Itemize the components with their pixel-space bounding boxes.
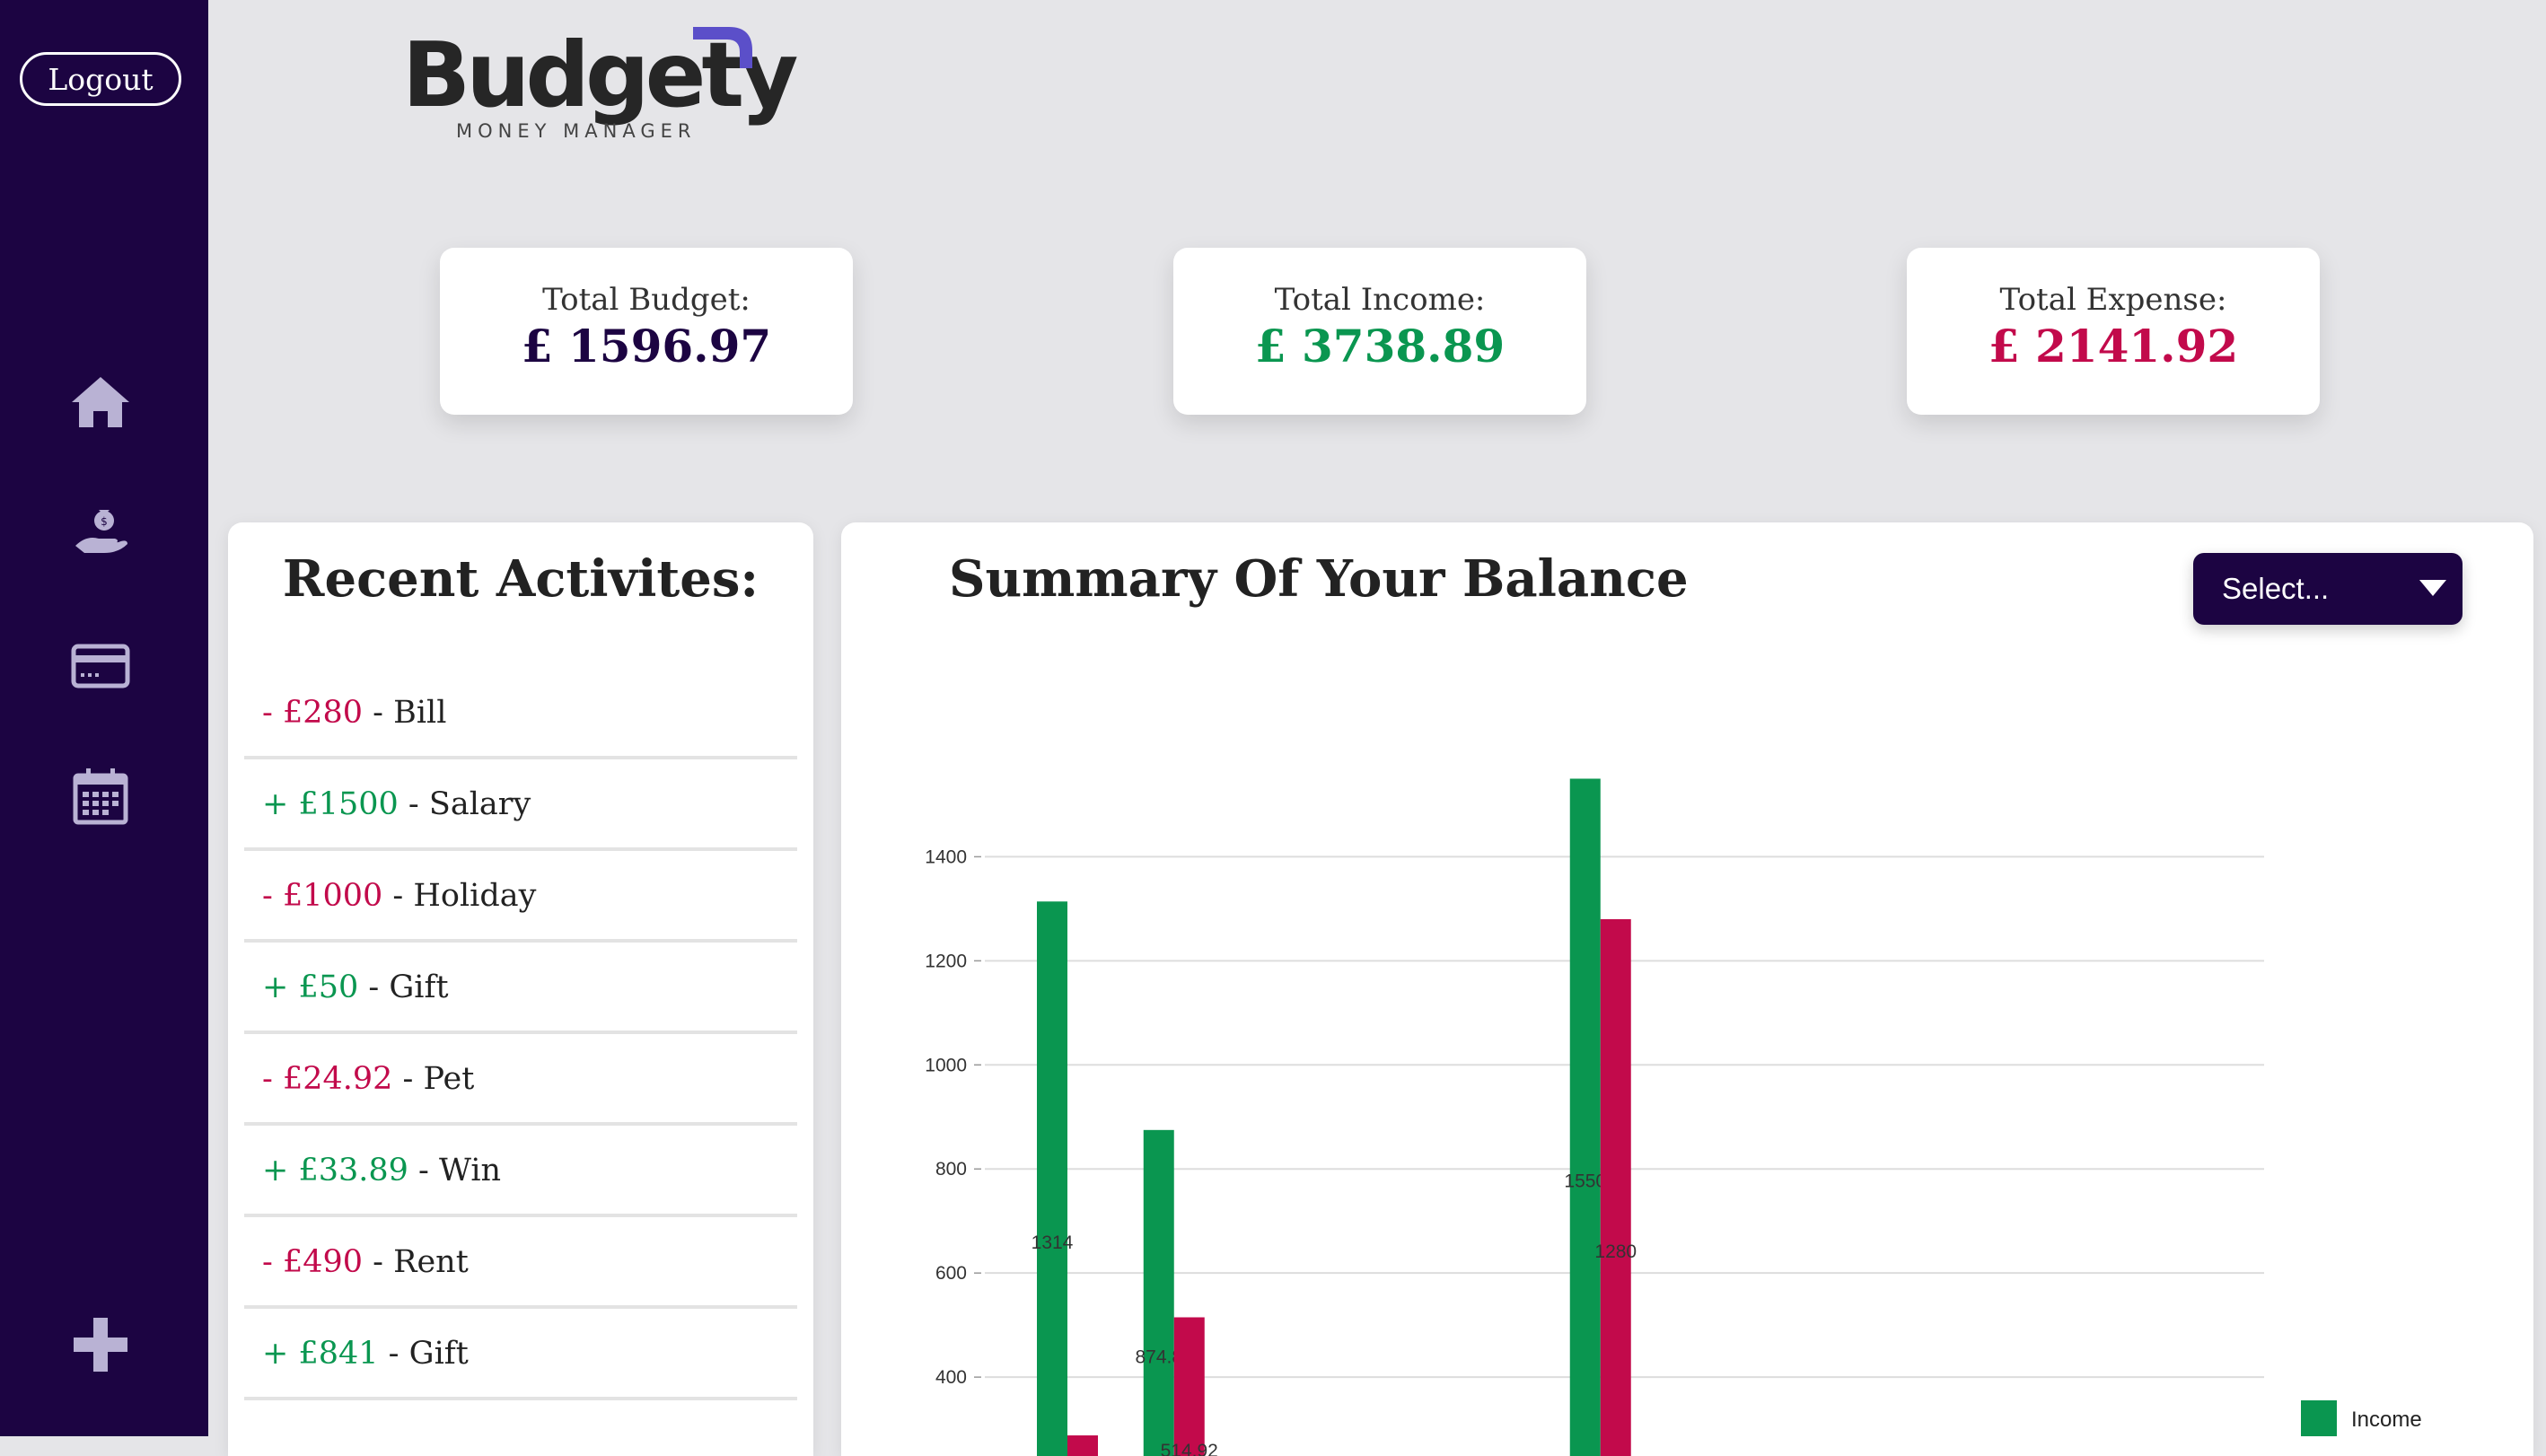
bar-data-label: 1314: [1032, 1232, 1074, 1253]
activity-item: - £24.92 - Pet: [244, 1034, 797, 1126]
activity-item: + £841 - Gift: [244, 1309, 797, 1400]
balance-bar-chart: 2004006008001000120014001314288874.8514.…: [925, 778, 2264, 1456]
activity-amount: + £841: [262, 1336, 379, 1372]
activity-amount: + £1500: [262, 786, 399, 822]
y-tick-label: 400: [935, 1367, 967, 1388]
calendar-icon[interactable]: [68, 765, 133, 829]
legend-label-income: Income: [2351, 1408, 2422, 1432]
activity-item: - £280 - Bill: [244, 668, 797, 759]
activity-item: + £50 - Gift: [244, 943, 797, 1034]
activity-separator: -: [392, 1061, 424, 1097]
activity-separator: -: [363, 695, 394, 731]
logout-button[interactable]: Logout: [20, 52, 181, 106]
total-income-card: Total Income: £ 3738.89: [1173, 248, 1586, 415]
activity-amount: - £280: [262, 695, 364, 731]
chart-bar: [1067, 1435, 1098, 1456]
total-expense-card: Total Expense: £ 2141.92: [1907, 248, 2320, 415]
total-income-value: £ 3738.89: [1254, 320, 1506, 373]
activity-separator: -: [398, 786, 429, 822]
activity-item: - £490 - Rent: [244, 1217, 797, 1309]
activity-item: - £1000 - Holiday: [244, 851, 797, 943]
activity-list: - £280 - Bill + £1500 - Salary - £1000 - H…: [244, 668, 797, 1400]
y-tick-label: 600: [935, 1263, 967, 1284]
activity-amount: + £33.89: [262, 1153, 408, 1188]
recent-activities-title: Recent Activites:: [282, 549, 759, 609]
total-expense-label: Total Expense:: [1999, 282, 2227, 318]
total-budget-card: Total Budget: £ 1596.97: [440, 248, 853, 415]
activity-amount: - £24.92: [262, 1061, 393, 1097]
chart-bar: [1600, 918, 1631, 1456]
credit-card-icon[interactable]: [68, 634, 133, 698]
total-budget-value: £ 1596.97: [521, 320, 772, 373]
bar-data-label: 1280: [1594, 1241, 1637, 1262]
activity-separator: -: [408, 1153, 439, 1188]
activity-amount: + £50: [262, 969, 359, 1005]
y-tick-label: 1200: [925, 951, 967, 971]
activity-label: Gift: [408, 1336, 469, 1372]
svg-text:$: $: [101, 515, 108, 528]
activity-separator: -: [363, 1244, 394, 1280]
chart-bar: [1037, 901, 1067, 1456]
chart-bar: [1143, 1129, 1174, 1456]
chart-bar: [1173, 1317, 1205, 1456]
activity-label: Gift: [389, 969, 449, 1005]
add-icon[interactable]: [70, 1314, 131, 1375]
bar-data-label: 1550: [1564, 1171, 1606, 1192]
chart-bar: [1569, 778, 1601, 1456]
activity-label: Holiday: [413, 878, 537, 914]
y-tick-label: 1400: [925, 846, 967, 867]
activity-item: + £1500 - Salary: [244, 759, 797, 851]
bar-data-label: 514.92: [1161, 1441, 1218, 1456]
activity-label: Bill: [393, 695, 447, 731]
logo-tagline: MONEY MANAGER: [456, 120, 697, 142]
y-tick-label: 1000: [925, 1055, 967, 1075]
balance-summary-panel: Summary Of Your Balance Select... 200400…: [841, 522, 2533, 1456]
activity-label: Pet: [423, 1061, 475, 1097]
home-icon[interactable]: [68, 370, 133, 434]
sidebar: Logout $: [0, 0, 208, 1436]
logo-accent-shape: [693, 27, 752, 68]
activity-label: Win: [439, 1153, 502, 1188]
activity-item: + £33.89 - Win: [244, 1126, 797, 1217]
budgety-logo: Budgety MONEY MANAGER: [402, 22, 798, 147]
total-income-label: Total Income:: [1274, 282, 1486, 318]
money-hand-icon[interactable]: $: [68, 499, 133, 564]
activity-separator: -: [382, 878, 414, 914]
y-tick-label: 800: [935, 1159, 967, 1180]
activity-label: Salary: [428, 786, 531, 822]
recent-activities-panel: Recent Activites: - £280 - Bill + £1500 -…: [228, 522, 813, 1456]
activity-amount: - £1000: [262, 878, 383, 914]
legend-swatch-income: [2301, 1400, 2337, 1436]
activity-separator: -: [358, 969, 390, 1005]
activity-amount: - £490: [262, 1244, 364, 1280]
total-budget-label: Total Budget:: [542, 282, 751, 318]
total-expense-value: £ 2141.92: [1988, 320, 2239, 373]
activity-separator: -: [378, 1336, 409, 1372]
activity-label: Rent: [393, 1244, 469, 1280]
